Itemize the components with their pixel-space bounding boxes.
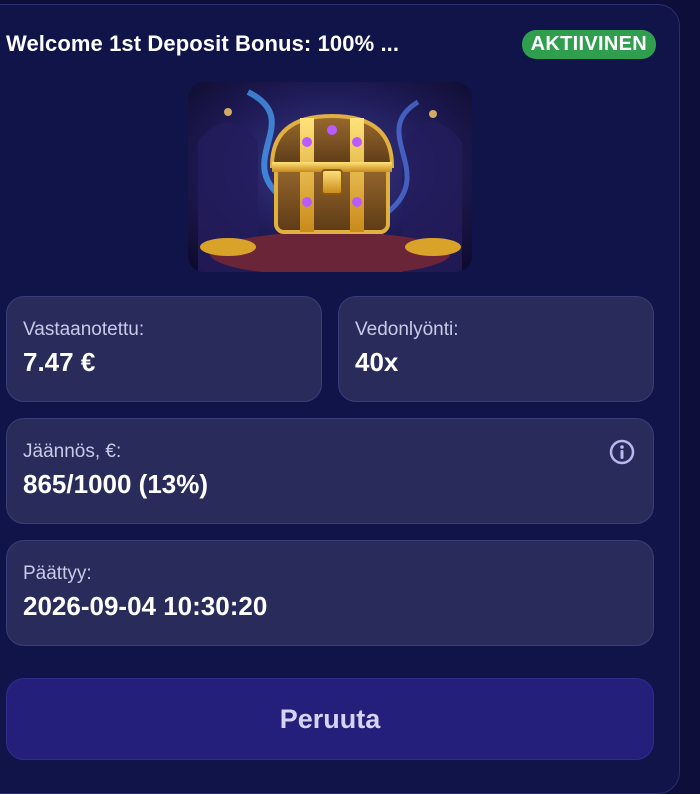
bonus-image — [188, 82, 472, 272]
treasure-chest-illustration — [188, 82, 472, 272]
received-value: 7.47 € — [23, 347, 96, 377]
received-card: Vastaanotettu: 7.47 € — [6, 296, 322, 402]
expires-value: 2026-09-04 10:30:20 — [23, 591, 268, 621]
remaining-label: Jäännös, €: — [23, 441, 122, 462]
wagering-label: Vedonlyönti: — [355, 319, 459, 340]
expires-card: Päättyy: 2026-09-04 10:30:20 — [6, 540, 654, 646]
received-label: Vastaanotettu: — [23, 319, 145, 340]
status-badge: AKTIIVINEN — [521, 29, 656, 59]
bonus-title: Welcome 1st Deposit Bonus: 100% ... — [6, 31, 400, 56]
wagering-card: Vedonlyönti: 40x — [338, 296, 654, 402]
remaining-value: 865/1000 (13%) — [23, 469, 209, 499]
bonus-header: Welcome 1st Deposit Bonus: 100% ... AKTI… — [6, 28, 656, 60]
remaining-card: Jäännös, €: 865/1000 (13%) — [6, 418, 654, 524]
cancel-button[interactable]: Peruuta — [6, 678, 654, 760]
wagering-value: 40x — [355, 347, 399, 377]
expires-label: Päättyy: — [23, 563, 92, 584]
info-icon[interactable] — [609, 439, 635, 465]
